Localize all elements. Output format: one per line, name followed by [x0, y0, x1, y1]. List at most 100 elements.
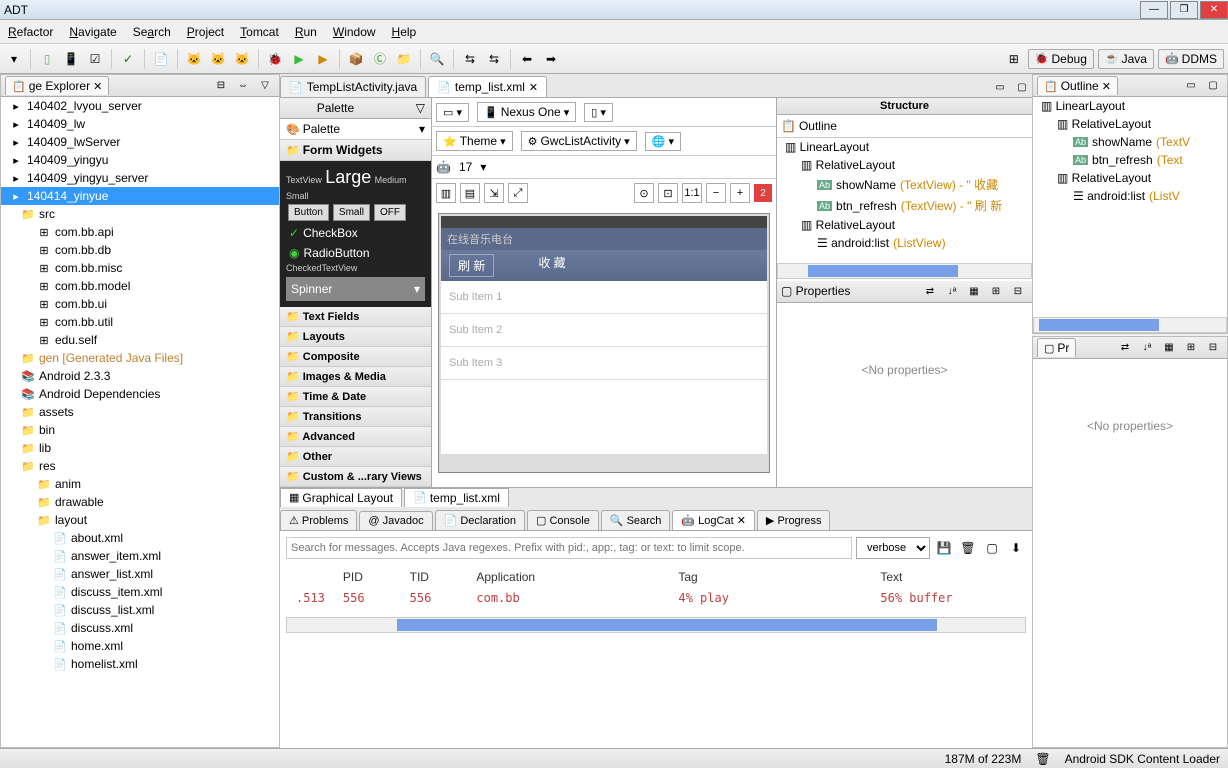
tree-item[interactable]: 📄homelist.xml: [1, 655, 279, 673]
save-log-icon[interactable]: 💾: [934, 538, 954, 558]
tree-item[interactable]: ⊞com.bb.api: [1, 223, 279, 241]
orientation-dropdown[interactable]: ▯ ▾: [584, 103, 613, 122]
palette-category[interactable]: 📁 Text Fields: [280, 307, 431, 327]
tree-item[interactable]: 📄about.xml: [1, 529, 279, 547]
tree-item[interactable]: 📚Android 2.3.3: [1, 367, 279, 385]
tree-item[interactable]: 📁lib: [1, 439, 279, 457]
widget-checkbox[interactable]: ✓ CheckBox: [286, 223, 425, 243]
avd-icon[interactable]: 📱: [61, 49, 81, 69]
zoom-100-icon[interactable]: 1:1: [682, 183, 702, 203]
widget-spinner[interactable]: Spinner▾: [286, 277, 425, 301]
widget-toggle[interactable]: OFF: [374, 204, 406, 221]
menu-run[interactable]: Run: [295, 25, 317, 39]
activity-dropdown[interactable]: ⚙ GwcListActivity ▾: [521, 131, 637, 151]
new-package-icon[interactable]: 📦: [346, 49, 366, 69]
graphical-layout-tab[interactable]: ▦ Graphical Layout: [280, 488, 402, 508]
logcat-level-select[interactable]: verbose: [856, 537, 930, 559]
ddms-perspective[interactable]: 🤖 DDMS: [1158, 49, 1224, 69]
check-icon[interactable]: ✓: [118, 49, 138, 69]
tree-item[interactable]: 📁anim: [1, 475, 279, 493]
tree-item[interactable]: 📁src: [1, 205, 279, 223]
scroll-lock-icon[interactable]: ▢: [982, 538, 1002, 558]
logcat-row[interactable]: .513 556 556 com.bb 4% play 56% buffer: [288, 589, 1024, 607]
tree-item[interactable]: ⊞edu.self: [1, 331, 279, 349]
maximize-button[interactable]: ❐: [1170, 1, 1198, 19]
menu-refactor[interactable]: Refactor: [8, 25, 53, 39]
pr-add-icon[interactable]: ⊞: [1181, 338, 1201, 358]
run-ext-icon[interactable]: ▶: [313, 49, 333, 69]
layout-fit-icon[interactable]: ⇲: [484, 183, 504, 203]
toggle2-icon[interactable]: ⇆: [484, 49, 504, 69]
outline-item[interactable]: Ab showName (TextView) - " 收藏: [777, 174, 1032, 195]
outline-item[interactable]: ☰ android:list (ListView): [777, 234, 1032, 252]
debug-icon[interactable]: 🐞: [265, 49, 285, 69]
package-explorer-tab[interactable]: 📋 ge Explorer ✕: [5, 76, 109, 95]
new-icon[interactable]: 📄: [151, 49, 171, 69]
layout-expand-icon[interactable]: ⤢: [508, 183, 528, 203]
prop-add-icon[interactable]: ⊞: [986, 281, 1006, 301]
structure-hscroll[interactable]: [777, 263, 1032, 279]
new-class-icon[interactable]: Ⓒ: [370, 49, 390, 69]
outline-item[interactable]: ▥ LinearLayout: [1033, 97, 1227, 115]
structure-tree[interactable]: ▥ LinearLayout ▥ RelativeLayout Ab showN…: [777, 138, 1032, 263]
menu-navigate[interactable]: Navigate: [69, 25, 116, 39]
palette-dropdown[interactable]: Palette: [303, 122, 340, 136]
pr-icon3[interactable]: ▦: [1159, 338, 1179, 358]
tree-item[interactable]: 📄answer_list.xml: [1, 565, 279, 583]
minimize-view-icon[interactable]: ▭: [990, 77, 1010, 97]
tree-item[interactable]: ▸140409_lw: [1, 115, 279, 133]
java-perspective[interactable]: ☕ Java: [1098, 49, 1154, 69]
menu-window[interactable]: Window: [333, 25, 376, 39]
tree-item[interactable]: 📁drawable: [1, 493, 279, 511]
menu-tomcat[interactable]: Tomcat: [240, 25, 279, 39]
menu-icon[interactable]: ▽: [255, 76, 275, 96]
tomcat-stop-icon[interactable]: 🐱: [208, 49, 228, 69]
trash-icon[interactable]: 🗑: [1035, 752, 1050, 766]
outline-tree[interactable]: ▥ LinearLayout ▥ RelativeLayout Ab showN…: [1033, 97, 1227, 317]
widget-radio[interactable]: ◉ RadioButton: [286, 243, 425, 263]
open-perspective-icon[interactable]: ⊞: [1004, 49, 1024, 69]
tomcat-restart-icon[interactable]: 🐱: [232, 49, 252, 69]
zoom-out-icon[interactable]: −: [706, 183, 726, 203]
pr-sort-icon[interactable]: ↓ᵃ: [1137, 338, 1157, 358]
fwd-icon[interactable]: ➡: [541, 49, 561, 69]
outline-min-icon[interactable]: ▭: [1181, 76, 1201, 96]
outline-item[interactable]: ☰ android:list (ListV: [1033, 187, 1227, 205]
lint-icon[interactable]: ☑: [85, 49, 105, 69]
palette-category[interactable]: 📁 Other: [280, 447, 431, 467]
widget-small[interactable]: Small: [333, 204, 370, 221]
prop-del-icon[interactable]: ⊟: [1008, 281, 1028, 301]
menu-project[interactable]: Project: [187, 25, 224, 39]
editor-tab-xml[interactable]: 📄 temp_list.xml ✕: [428, 76, 547, 97]
collapse-icon[interactable]: ⊟: [211, 76, 231, 96]
bottom-tab-console[interactable]: ▢ Console: [527, 510, 599, 530]
bottom-tab-problems[interactable]: ⚠ Problems: [280, 510, 357, 530]
new-folder-icon[interactable]: 📁: [394, 49, 414, 69]
bottom-tab-logcat[interactable]: 🤖 LogCat ✕: [672, 510, 755, 530]
tree-item[interactable]: 📁assets: [1, 403, 279, 421]
outline-max-icon[interactable]: ▢: [1203, 76, 1223, 96]
export-log-icon[interactable]: ⬇: [1006, 538, 1026, 558]
link-icon[interactable]: ⇔: [233, 76, 253, 96]
menu-help[interactable]: Help: [392, 25, 417, 39]
android-sdk-icon[interactable]: ▯: [37, 49, 57, 69]
palette-category[interactable]: 📁 Layouts: [280, 327, 431, 347]
outline-item[interactable]: ▥ RelativeLayout: [1033, 115, 1227, 133]
outline-item[interactable]: ▥ RelativeLayout: [777, 216, 1032, 234]
search-icon[interactable]: 🔍: [427, 49, 447, 69]
device-dropdown[interactable]: 📱 Nexus One ▾: [477, 102, 576, 122]
outline-item[interactable]: Ab showName (TextV: [1033, 133, 1227, 151]
editor-tab-java[interactable]: 📄 TempListActivity.java: [280, 76, 426, 97]
device-preview[interactable]: 在线音乐电台 刷 新 收 藏 Sub Item 1 Sub Item 2 Sub…: [438, 213, 770, 473]
outline-item[interactable]: ▥ RelativeLayout: [1033, 169, 1227, 187]
bottom-tab-javadoc[interactable]: @ Javadoc: [359, 511, 432, 530]
tree-item[interactable]: ▸140409_yingyu_server: [1, 169, 279, 187]
tb-icon[interactable]: ▾: [4, 49, 24, 69]
properties-tab[interactable]: ▢ Pr: [1037, 338, 1076, 357]
lint-warnings[interactable]: 2: [754, 184, 772, 202]
logcat-table[interactable]: PID TID Application Tag Text .513 556 55…: [286, 565, 1026, 609]
xml-source-tab[interactable]: 📄 temp_list.xml: [404, 488, 509, 508]
outline-item[interactable]: Ab btn_refresh (TextView) - " 刷 新: [777, 195, 1032, 216]
pr-del-icon[interactable]: ⊟: [1203, 338, 1223, 358]
bottom-tab-declaration[interactable]: 📄 Declaration: [435, 510, 525, 530]
